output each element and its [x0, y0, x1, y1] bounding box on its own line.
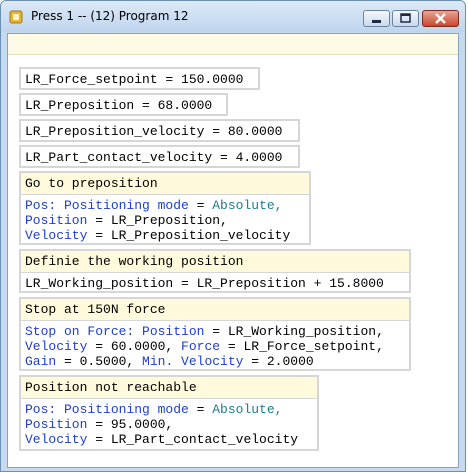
- enum-value: Absolute,: [212, 402, 283, 417]
- operator: =: [188, 198, 213, 213]
- operator: =: [188, 402, 213, 417]
- expression: = 95.0000,: [87, 417, 174, 432]
- expression: = LR_Force_setpoint,: [220, 339, 384, 354]
- program-editor[interactable]: LR_Force_setpoint = 150.0000 LR_Preposit…: [7, 33, 459, 468]
- window-title: Press 1 -- (12) Program 12: [31, 9, 189, 23]
- expression: = LR_Preposition,: [87, 213, 228, 228]
- expression: = 2.0000: [243, 354, 314, 369]
- title-bar[interactable]: Press 1 -- (12) Program 12: [1, 1, 465, 32]
- block-body: Pos: Positioning mode = Absolute, Positi…: [21, 195, 309, 246]
- keyword: Pos: Positioning mode: [25, 198, 189, 213]
- editor-header-strip: [8, 34, 458, 55]
- block-header: Stop at 150N force: [21, 299, 409, 321]
- maximize-icon: [400, 13, 411, 23]
- keyword: Velocity: [25, 339, 88, 354]
- statement-preposition-velocity[interactable]: LR_Preposition_velocity = 80.0000: [19, 119, 300, 142]
- close-button[interactable]: [422, 10, 459, 27]
- statement-force-setpoint[interactable]: LR_Force_setpoint = 150.0000: [19, 67, 260, 90]
- keyword: Gain: [25, 354, 57, 369]
- keyword: Position: [25, 213, 88, 228]
- block-body: Pos: Positioning mode = Absolute, Positi…: [21, 399, 317, 450]
- block-body: Stop on Force: Position = LR_Working_pos…: [21, 321, 409, 372]
- program-icon: [9, 10, 23, 24]
- block-header: Go to preposition: [21, 173, 309, 195]
- block-header: Definie the working position: [21, 251, 409, 273]
- keyword: Pos: Positioning mode: [25, 402, 189, 417]
- expression: = LR_Preposition_velocity: [87, 228, 291, 243]
- keyword: Force: [181, 339, 221, 354]
- maximize-button[interactable]: [392, 10, 419, 27]
- program-window: Press 1 -- (12) Program 12 LR_Force_setp…: [0, 0, 466, 472]
- block-go-to-preposition[interactable]: Go to preposition Pos: Positioning mode …: [19, 171, 311, 245]
- block-working-position[interactable]: Definie the working position LR_Working_…: [19, 249, 411, 293]
- expression: = LR_Part_contact_velocity: [87, 432, 299, 447]
- enum-value: Absolute,: [212, 198, 283, 213]
- keyword: Stop on Force: Position: [25, 324, 205, 339]
- statement-preposition[interactable]: LR_Preposition = 68.0000: [19, 93, 228, 116]
- expression: = 0.5000,: [56, 354, 143, 369]
- keyword: Min. Velocity: [142, 354, 244, 369]
- minimize-button[interactable]: [363, 10, 390, 27]
- block-body: LR_Working_position = LR_Preposition + 1…: [25, 276, 384, 291]
- keyword: Velocity: [25, 432, 88, 447]
- expression: = LR_Working_position,: [204, 324, 384, 339]
- keyword: Velocity: [25, 228, 88, 243]
- block-position-not-reachable[interactable]: Position not reachable Pos: Positioning …: [19, 375, 319, 451]
- block-header: Position not reachable: [21, 377, 317, 399]
- keyword: Position: [25, 417, 88, 432]
- statement-part-contact-velocity[interactable]: LR_Part_contact_velocity = 4.0000: [19, 145, 300, 168]
- expression: = 60.0000,: [87, 339, 182, 354]
- block-stop-at-force[interactable]: Stop at 150N force Stop on Force: Positi…: [19, 297, 411, 371]
- minimize-icon: [372, 20, 381, 23]
- close-icon: [435, 13, 446, 24]
